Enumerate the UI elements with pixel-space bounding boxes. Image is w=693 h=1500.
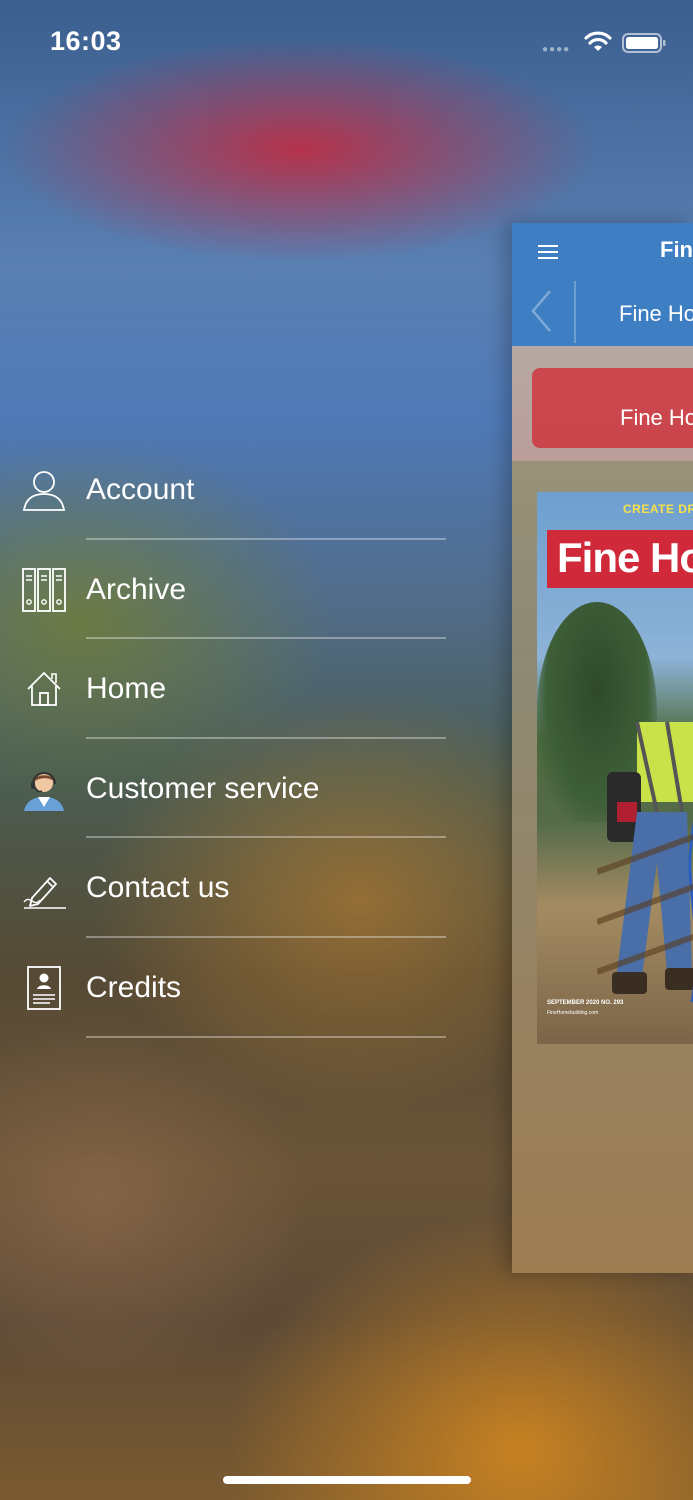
hamburger-menu-icon[interactable]	[538, 245, 558, 259]
battery-icon	[622, 33, 666, 53]
menu-item-label: Account	[86, 473, 195, 506]
menu-item-customer-service[interactable]: Customer service	[0, 739, 460, 839]
menu-item-archive[interactable]: Archive	[0, 540, 460, 640]
wifi-icon	[584, 31, 612, 51]
menu-item-label: Contact us	[86, 871, 230, 905]
publication-title: Fine Ho	[620, 405, 693, 430]
cover-website: FineHomebuilding.com	[547, 1010, 599, 1016]
house-icon	[27, 672, 61, 707]
cover-masthead: Fine Ho	[557, 534, 693, 581]
menu-item-label: Archive	[86, 572, 187, 606]
menu-item-label: Credits	[86, 970, 182, 1004]
home-indicator[interactable]	[223, 1476, 471, 1484]
menu-item-credits[interactable]: Credits	[0, 938, 460, 1038]
app-navbar: Fine Fine Ho	[512, 223, 693, 346]
menu-item-label: Customer service	[86, 771, 320, 805]
cover-worker-image	[597, 722, 693, 1003]
menu-item-contact-us[interactable]: Contact us	[0, 838, 460, 938]
status-time: 16:03	[50, 26, 122, 56]
menu-item-label: Home	[86, 672, 167, 706]
main-content-preview[interactable]: Fine Fine Ho Fine Ho CREATE DR Fine Ho S…	[512, 223, 693, 1273]
divider	[574, 281, 576, 343]
menu-item-account[interactable]: Account	[0, 440, 460, 540]
cover-tagline: CREATE DR	[623, 502, 693, 516]
pen-signature-icon	[23, 877, 66, 910]
magazine-cover[interactable]: CREATE DR Fine Ho SEPTEMBER 2020 NO. 293…	[537, 492, 693, 1044]
person-icon	[22, 471, 66, 511]
cover-issue: SEPTEMBER 2020 NO. 293	[547, 1000, 624, 1006]
menu-item-home[interactable]: Home	[0, 639, 460, 739]
binders-icon	[22, 567, 66, 612]
status-bar: 16:03 ●●●●	[0, 0, 693, 90]
side-menu: Account Archive Home Customer service Co…	[0, 440, 460, 1038]
publication-header	[512, 346, 693, 461]
divider	[86, 1035, 446, 1038]
back-chevron-icon[interactable]	[530, 289, 552, 333]
cellular-signal-icon: ●●●●	[542, 44, 571, 55]
app-brand-title: Fine	[660, 237, 693, 262]
nav-title: Fine Ho	[619, 301, 693, 326]
id-card-icon	[27, 966, 61, 1010]
support-agent-icon	[24, 771, 64, 811]
